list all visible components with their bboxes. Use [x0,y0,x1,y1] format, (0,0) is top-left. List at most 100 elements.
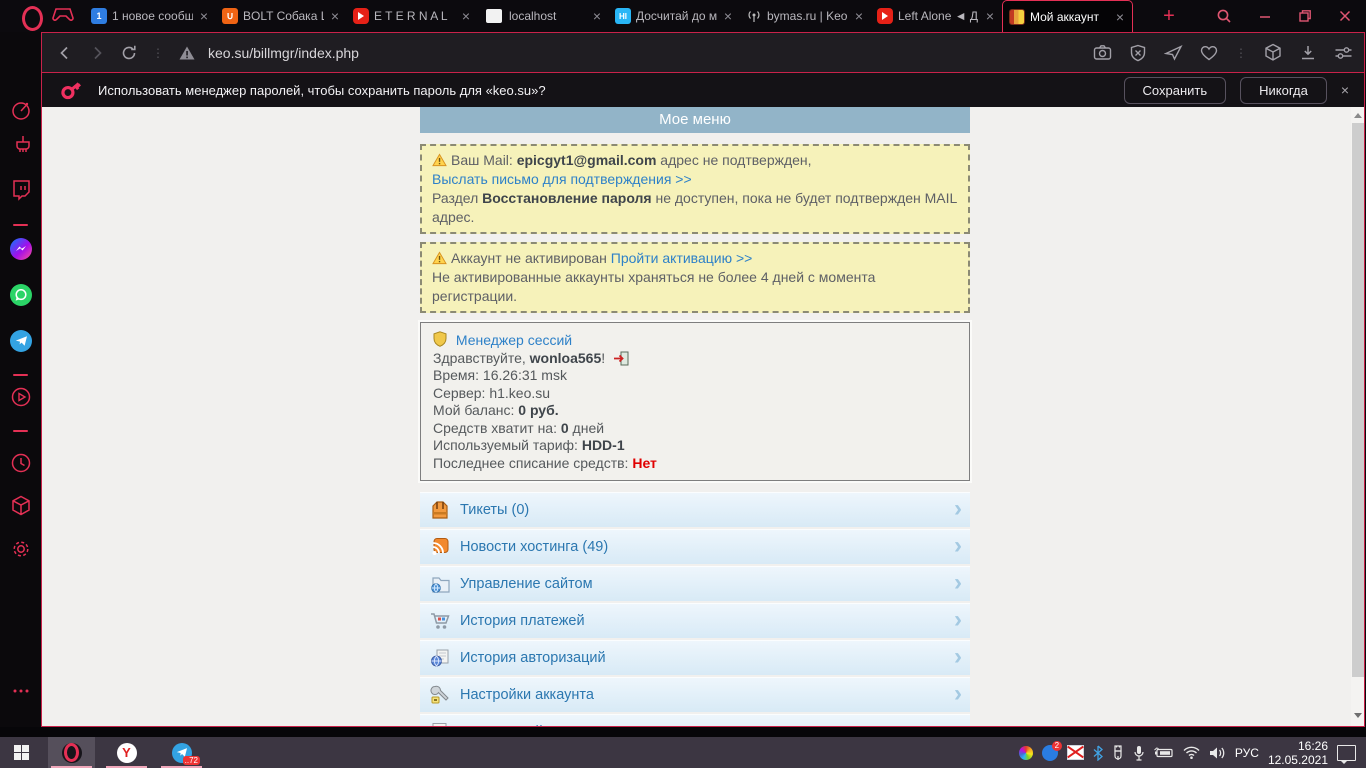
tab-close-icon[interactable]: × [591,8,603,24]
account-settings-icon [428,683,452,707]
chevron-right-icon: › [954,717,962,727]
toolbar-separator-dots: ⋮ [152,46,164,60]
search-icon[interactable] [1216,8,1232,24]
tab-close-icon[interactable]: × [722,8,734,24]
battery-charging-icon[interactable] [1154,747,1174,759]
menu-item-payment-history[interactable]: История платежей › [420,603,970,638]
history-clock-icon[interactable] [10,452,32,474]
gx-control-gauge-icon[interactable] [10,98,32,122]
wifi-icon[interactable] [1183,746,1200,759]
menu-item-site-management[interactable]: Управление сайтом › [420,566,970,601]
notification-app-icon[interactable]: 2 [1042,745,1058,761]
menu-item-account-settings[interactable]: Настройки аккаунта › [420,677,970,712]
tab-close-icon[interactable]: × [460,8,472,24]
browser-tab[interactable]: localhost × [478,0,609,32]
snapshot-camera-icon[interactable] [1093,44,1112,61]
adblock-shield-icon[interactable] [1129,44,1147,62]
taskbar-telegram[interactable]: ..72 [158,737,205,768]
tab-close-icon[interactable]: × [853,8,865,24]
send-confirmation-link[interactable]: Выслать письмо для подтверждения >> [432,171,692,187]
mail-warning-pre: Ваш Mail: [451,152,517,168]
logout-exit-icon[interactable] [613,351,629,366]
chevron-right-icon: › [954,643,962,671]
opera-logo-icon[interactable] [22,6,43,31]
error-status-icon[interactable] [1067,745,1084,760]
activation-link[interactable]: Пройти активацию >> [611,250,753,266]
extension-cube-icon[interactable] [1264,43,1282,62]
tariff-value: HDD-1 [582,437,625,453]
password-recovery-section: Восстановление пароля [482,190,651,206]
twitch-icon[interactable] [10,178,32,202]
bookmark-heart-icon[interactable] [1200,45,1218,61]
telegram-icon[interactable] [10,330,32,352]
my-flow-icon[interactable] [1164,44,1183,61]
address-url[interactable]: keo.su/billmgr/index.php [208,45,359,61]
mail-warning-box: Ваш Mail: epicgyt1@gmail.com адрес не по… [420,144,970,234]
save-password-button[interactable]: Сохранить [1124,77,1227,104]
session-manager-link[interactable]: Менеджер сессий [456,332,572,348]
messenger-icon[interactable] [10,238,32,260]
scrollbar-thumb[interactable] [1352,123,1364,677]
browser-toolbar: ⋮ keo.su/billmgr/index.php ⋮ [42,33,1365,72]
never-save-button[interactable]: Никогда [1240,77,1327,104]
scroll-up-arrow-icon[interactable] [1354,113,1362,118]
site-security-warning-icon[interactable] [178,45,196,61]
tab-close-icon[interactable]: × [1114,9,1126,25]
whatsapp-icon[interactable] [10,284,32,306]
reload-icon[interactable] [120,44,138,62]
close-window-button[interactable] [1338,9,1352,23]
extensions-cube-icon[interactable] [10,494,32,518]
taskbar-date: 12.05.2021 [1268,753,1328,767]
menu-item-tickets[interactable]: Тикеты (0) › [420,492,970,527]
player-play-icon[interactable] [10,386,32,408]
taskbar-yandex[interactable]: Y [103,737,150,768]
password-save-message: Использовать менеджер паролей, чтобы сох… [98,83,546,98]
start-button[interactable] [0,737,42,768]
taskbar-opera-gx[interactable] [48,737,95,768]
restore-button[interactable] [1298,9,1312,23]
browser-tab[interactable]: HI Досчитай до м × [609,0,740,32]
tab-close-icon[interactable]: × [984,8,996,24]
back-icon[interactable] [56,44,74,62]
close-bar-icon[interactable]: × [1341,82,1349,98]
tab-strip: 1 1 новое сообщ × ∪ BOLT Собака Ц × E T … [85,0,1133,32]
gx-cleaner-broom-icon[interactable] [10,133,32,157]
youtube-favicon [877,8,893,24]
page-favicon [486,9,502,23]
gx-controller-icon[interactable] [52,7,74,23]
greeting-post: ! [601,350,605,366]
forward-icon[interactable] [88,44,106,62]
color-profile-icon[interactable] [1019,746,1033,760]
new-tab-button[interactable]: + [1156,3,1182,29]
language-indicator[interactable]: РУС [1235,746,1259,760]
menu-item-knowledge-base[interactable]: База знаний › [420,714,970,727]
page-scrollbar[interactable] [1351,107,1365,727]
volume-icon[interactable] [1209,746,1226,760]
browser-tab[interactable]: 1 1 новое сообщ × [85,0,216,32]
browser-tab-active[interactable]: Мой аккаунт × [1002,0,1133,32]
action-center-icon[interactable] [1337,745,1356,761]
minimize-button[interactable] [1258,9,1272,23]
sidebar-more-dots-icon[interactable] [12,688,30,694]
taskbar-clock[interactable]: 16:26 12.05.2021 [1268,739,1328,767]
session-label: Используемый тариф: [433,437,582,453]
settings-gear-icon[interactable] [10,538,32,560]
browser-tab[interactable]: E T E R N A L × [347,0,478,32]
session-label: Время: [433,367,483,383]
easy-setup-sliders-icon[interactable] [1334,45,1353,61]
browser-tab[interactable]: bymas.ru | Keo × [740,0,871,32]
tab-close-icon[interactable]: × [198,8,210,24]
activation-warning-box: Аккаунт не активирован Пройти активацию … [420,242,970,313]
scroll-down-arrow-icon[interactable] [1354,713,1362,718]
download-icon[interactable] [1299,44,1317,62]
menu-item-hosting-news[interactable]: Новости хостинга (49) › [420,529,970,564]
site-management-icon [428,572,452,596]
toolbar-separator-dots: ⋮ [1235,46,1247,60]
bluetooth-icon[interactable] [1093,745,1103,761]
usb-icon[interactable] [1112,745,1124,761]
browser-tab[interactable]: Left Alone ◄ Д × [871,0,1002,32]
menu-item-auth-history[interactable]: История авторизаций › [420,640,970,675]
tab-close-icon[interactable]: × [329,8,341,24]
browser-tab[interactable]: ∪ BOLT Собака Ц × [216,0,347,32]
microphone-icon[interactable] [1133,745,1145,761]
